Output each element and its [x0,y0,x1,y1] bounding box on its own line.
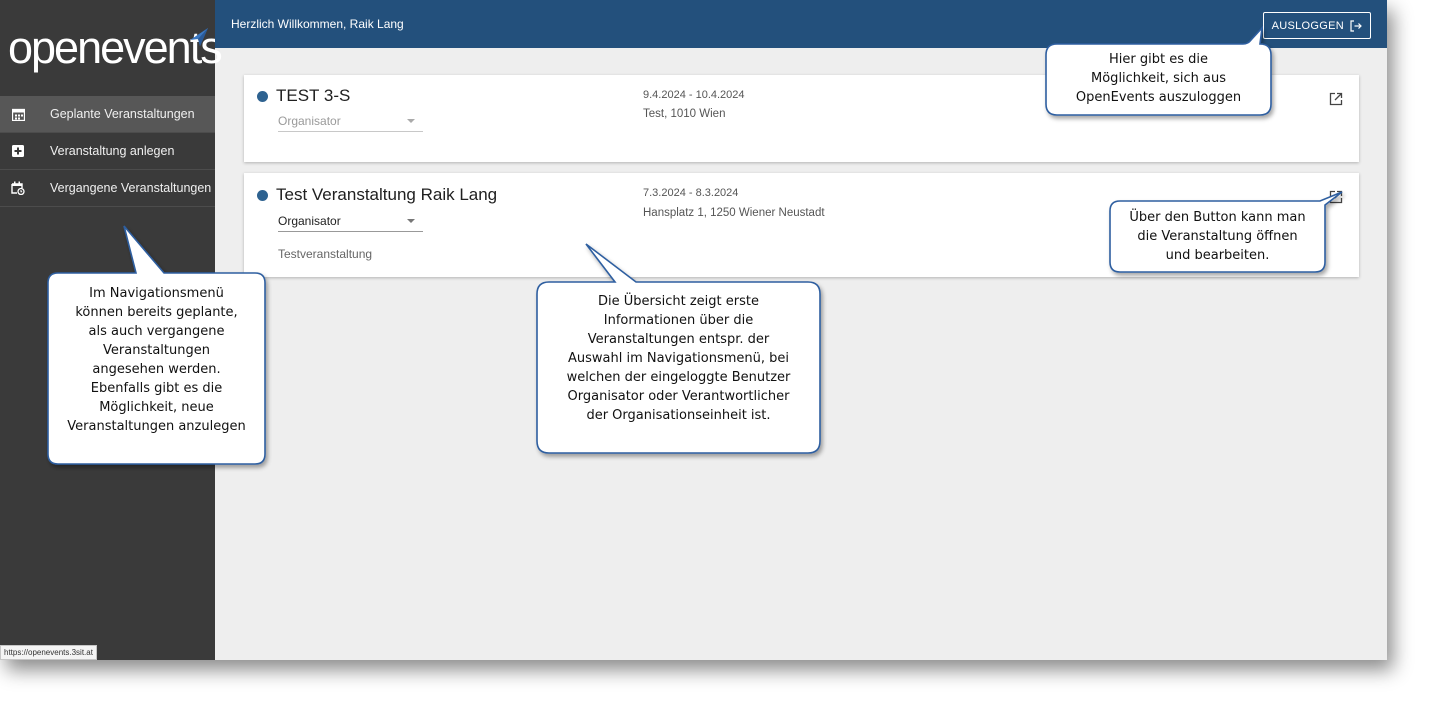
callout-logout-text: Hier gibt es die Möglichkeit, sich aus O… [1075,52,1242,105]
callout-overview-text: Die Übersicht zeigt erste Informationen … [566,294,791,423]
callout-nav-text: Im Navigationsmenü können bereits geplan… [67,286,246,434]
callout-open-text: Über den Button kann man die Veranstaltu… [1129,210,1306,263]
